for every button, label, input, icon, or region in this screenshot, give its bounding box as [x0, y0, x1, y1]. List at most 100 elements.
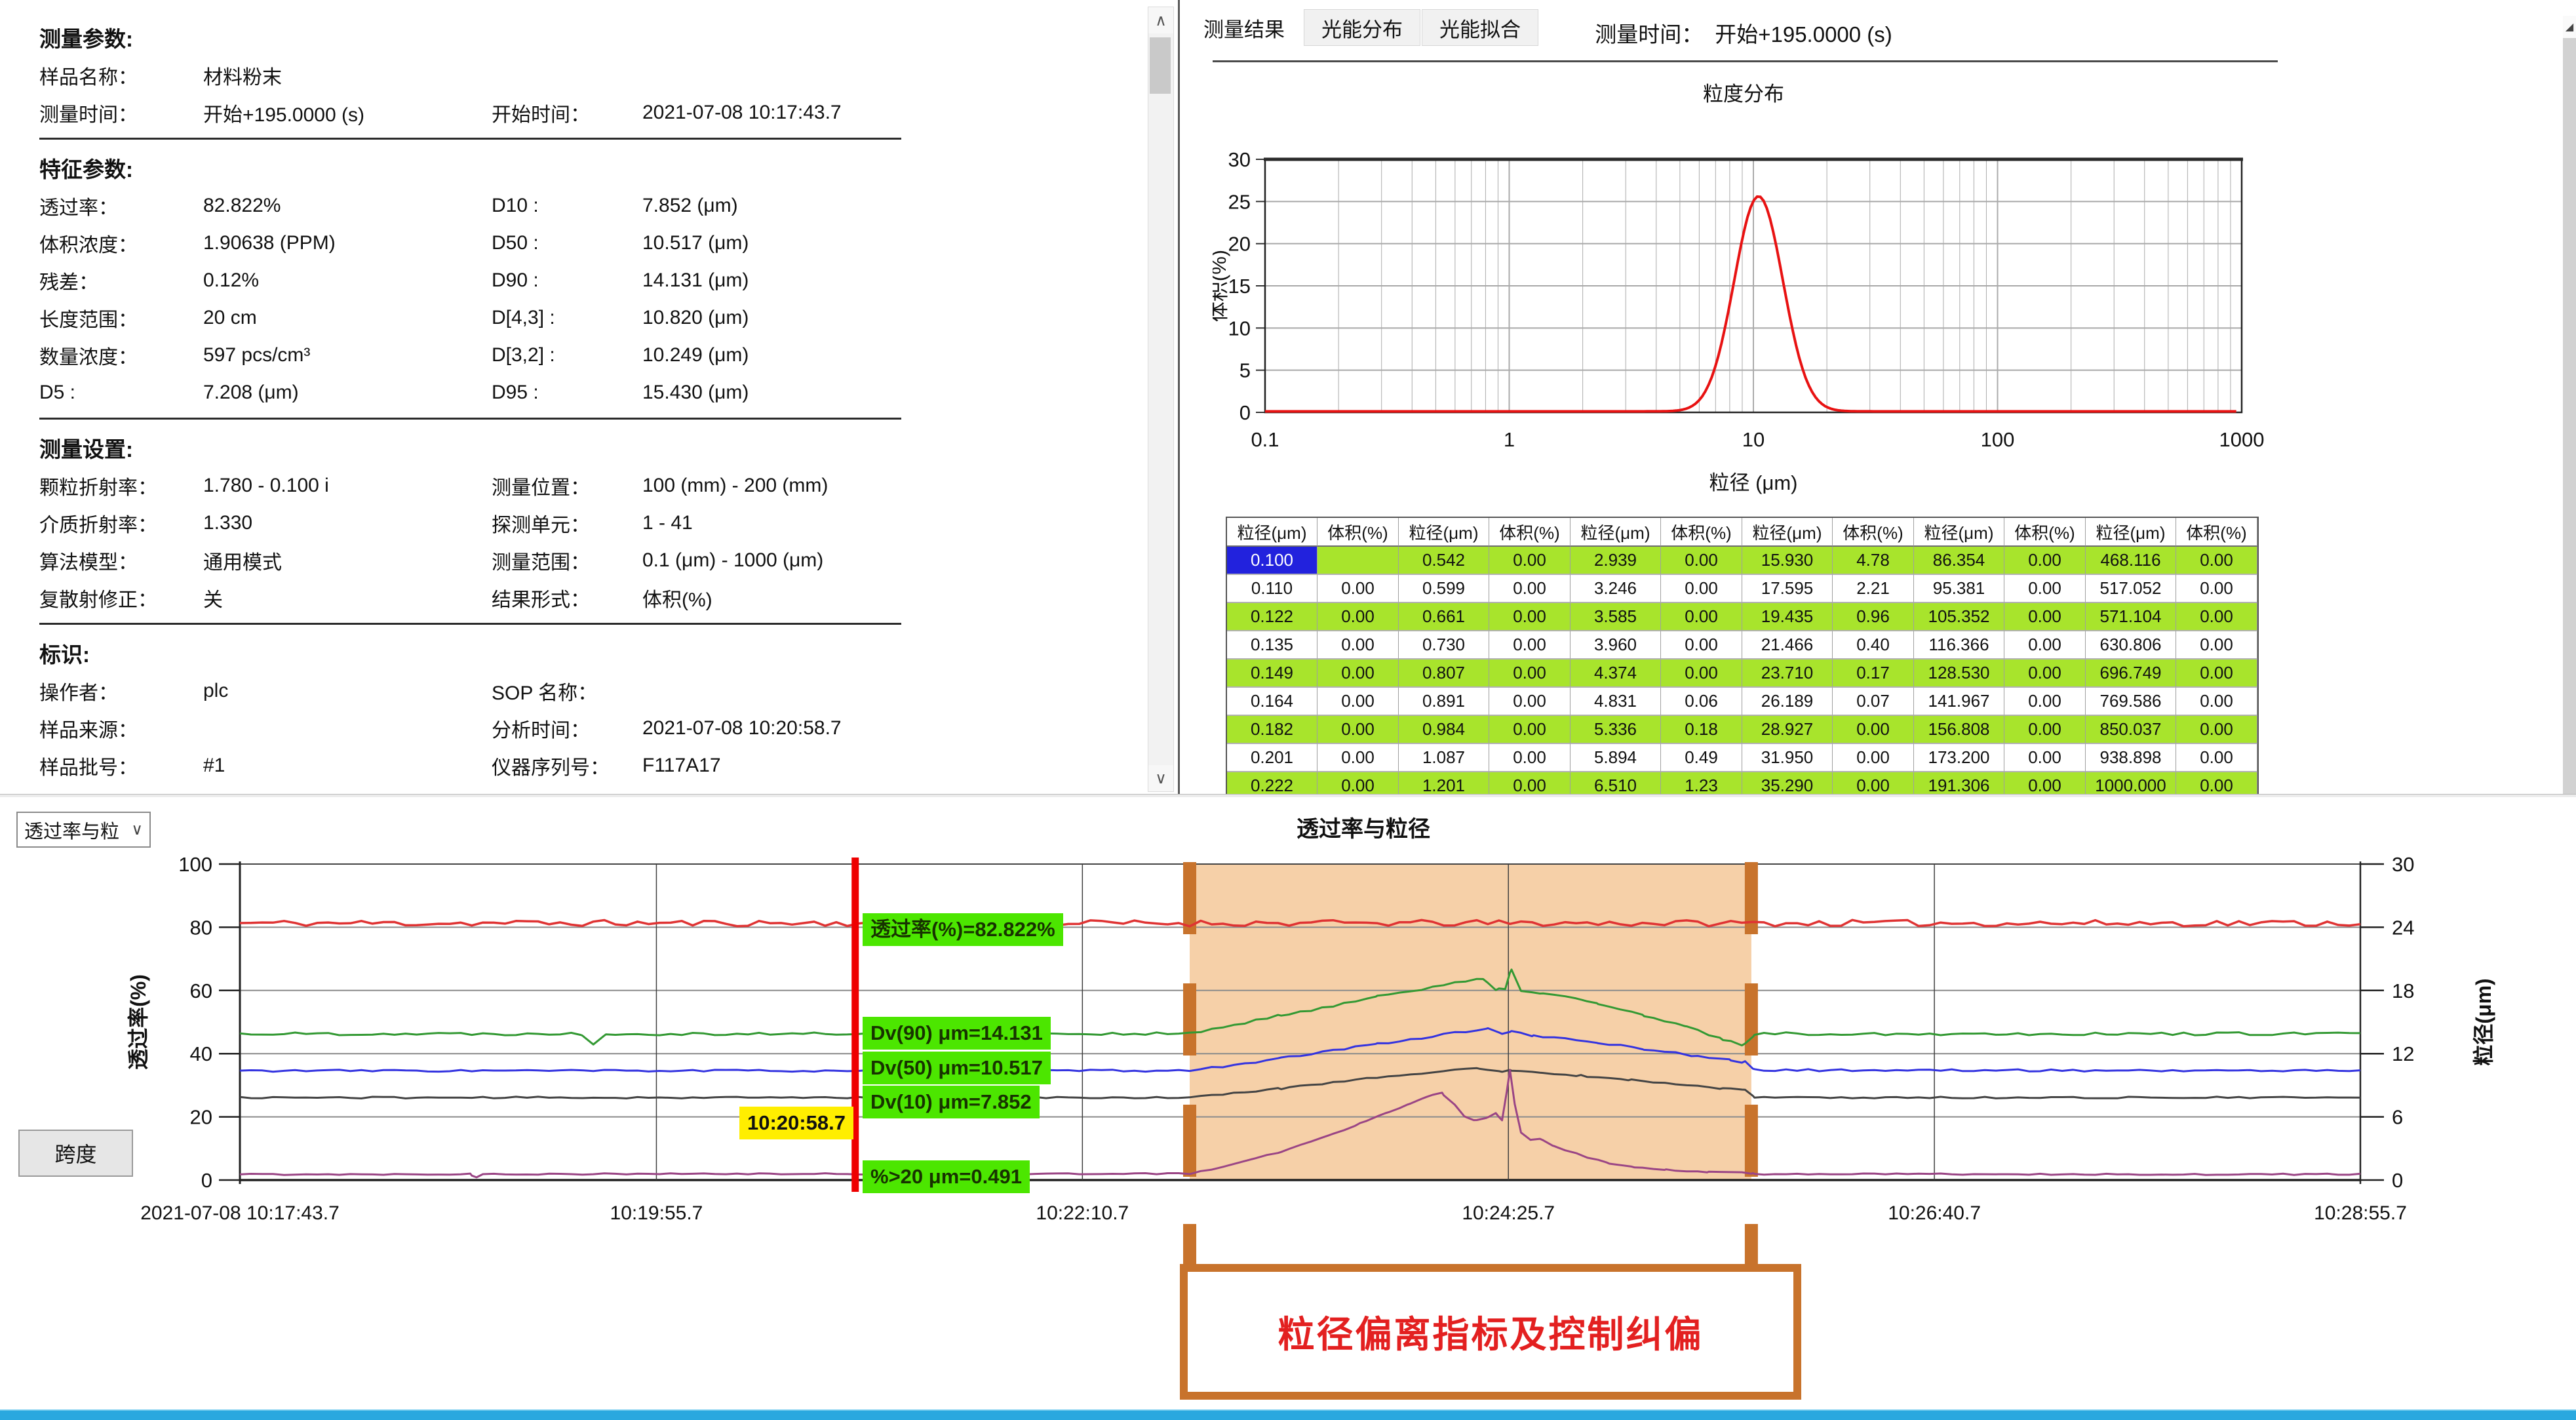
- table-cell[interactable]: 31.950: [1742, 744, 1833, 772]
- table-cell[interactable]: 0.00: [1661, 547, 1742, 575]
- table-cell[interactable]: 0.00: [2176, 688, 2257, 716]
- table-cell[interactable]: 95.381: [1914, 575, 2004, 603]
- table-cell[interactable]: 0.18: [1661, 716, 1742, 744]
- table-cell[interactable]: 0.00: [2004, 688, 2086, 716]
- table-cell[interactable]: 3.246: [1571, 575, 1661, 603]
- scroll-up-icon[interactable]: ∧: [1148, 7, 1173, 33]
- table-cell[interactable]: 0.00: [2004, 547, 2086, 575]
- table-cell[interactable]: 105.352: [1914, 603, 2004, 631]
- table-cell[interactable]: 0.00: [2176, 716, 2257, 744]
- table-cell[interactable]: 1000.000: [2086, 772, 2176, 797]
- table-cell[interactable]: 0.00: [2176, 744, 2257, 772]
- table-cell[interactable]: 0.110: [1227, 575, 1317, 603]
- table-cell[interactable]: 0.00: [2176, 547, 2257, 575]
- table-cell[interactable]: 0.00: [1317, 772, 1399, 797]
- table-cell[interactable]: 0.00: [2176, 575, 2257, 603]
- scroll-corner-icon[interactable]: ◢: [2563, 16, 2576, 38]
- table-cell[interactable]: 696.749: [2086, 660, 2176, 688]
- table-cell[interactable]: 0.00: [1661, 575, 1742, 603]
- table-cell[interactable]: 0.00: [1489, 603, 1571, 631]
- table-cell[interactable]: 0.00: [1661, 660, 1742, 688]
- table-cell[interactable]: 1.23: [1661, 772, 1742, 797]
- table-cell[interactable]: 0.40: [1833, 631, 1914, 660]
- table-cell[interactable]: 0.135: [1227, 631, 1317, 660]
- panel-scrollbar-right[interactable]: ◢: [2563, 38, 2576, 797]
- table-cell[interactable]: 0.00: [1833, 772, 1914, 797]
- table-cell[interactable]: 0.00: [2004, 631, 2086, 660]
- table-cell[interactable]: 5.336: [1571, 716, 1661, 744]
- table-cell[interactable]: 26.189: [1742, 688, 1833, 716]
- table-cell[interactable]: 0.00: [1317, 660, 1399, 688]
- table-cell[interactable]: 0.00: [1317, 716, 1399, 744]
- table-cell[interactable]: 173.200: [1914, 744, 2004, 772]
- table-cell[interactable]: 0.00: [1833, 744, 1914, 772]
- table-cell[interactable]: 0.49: [1661, 744, 1742, 772]
- table-cell[interactable]: 0.00: [1489, 660, 1571, 688]
- table-cell[interactable]: 3.585: [1571, 603, 1661, 631]
- table-cell[interactable]: 850.037: [2086, 716, 2176, 744]
- table-cell[interactable]: 6.510: [1571, 772, 1661, 797]
- table-cell[interactable]: 0.00: [1833, 716, 1914, 744]
- table-cell[interactable]: 571.104: [2086, 603, 2176, 631]
- table-cell[interactable]: 0.661: [1399, 603, 1489, 631]
- table-cell[interactable]: 0.00: [1489, 631, 1571, 660]
- table-cell[interactable]: 0.17: [1833, 660, 1914, 688]
- table-cell[interactable]: 19.435: [1742, 603, 1833, 631]
- table-cell[interactable]: 0.00: [1489, 688, 1571, 716]
- table-cell[interactable]: 630.806: [2086, 631, 2176, 660]
- table-cell[interactable]: 0.00: [2176, 772, 2257, 797]
- table-cell[interactable]: 15.930: [1742, 547, 1833, 575]
- table-cell[interactable]: 156.808: [1914, 716, 2004, 744]
- table-cell[interactable]: 191.306: [1914, 772, 2004, 797]
- table-cell[interactable]: 0.222: [1227, 772, 1317, 797]
- table-cell[interactable]: 769.586: [2086, 688, 2176, 716]
- table-cell[interactable]: 0.00: [2176, 631, 2257, 660]
- table-cell[interactable]: 0.149: [1227, 660, 1317, 688]
- table-cell[interactable]: 0.00: [2004, 603, 2086, 631]
- scrollbar-thumb[interactable]: [1150, 37, 1171, 94]
- table-cell[interactable]: 0.00: [1661, 603, 1742, 631]
- table-cell[interactable]: 0.00: [2176, 660, 2257, 688]
- table-cell[interactable]: 0.00: [1317, 575, 1399, 603]
- table-cell[interactable]: 2.21: [1833, 575, 1914, 603]
- table-cell[interactable]: 0.00: [1489, 744, 1571, 772]
- table-cell[interactable]: 468.116: [2086, 547, 2176, 575]
- table-cell[interactable]: 21.466: [1742, 631, 1833, 660]
- table-cell[interactable]: 0.100: [1227, 547, 1317, 575]
- table-cell[interactable]: 0.807: [1399, 660, 1489, 688]
- table-cell[interactable]: 0.06: [1661, 688, 1742, 716]
- table-cell[interactable]: [1317, 547, 1399, 575]
- table-cell[interactable]: 3.960: [1571, 631, 1661, 660]
- table-cell[interactable]: 0.122: [1227, 603, 1317, 631]
- table-cell[interactable]: 17.595: [1742, 575, 1833, 603]
- table-cell[interactable]: 0.00: [2176, 603, 2257, 631]
- table-cell[interactable]: 0.00: [1489, 772, 1571, 797]
- table-cell[interactable]: 1.087: [1399, 744, 1489, 772]
- table-cell[interactable]: 28.927: [1742, 716, 1833, 744]
- table-cell[interactable]: 0.00: [1317, 631, 1399, 660]
- table-cell[interactable]: 4.831: [1571, 688, 1661, 716]
- table-cell[interactable]: 0.00: [2004, 716, 2086, 744]
- table-cell[interactable]: 0.164: [1227, 688, 1317, 716]
- table-cell[interactable]: 517.052: [2086, 575, 2176, 603]
- table-cell[interactable]: 0.00: [1661, 631, 1742, 660]
- table-cell[interactable]: 128.530: [1914, 660, 2004, 688]
- table-cell[interactable]: 0.00: [2004, 744, 2086, 772]
- table-cell[interactable]: 0.182: [1227, 716, 1317, 744]
- panel-scrollbar-left[interactable]: ∧ ∨: [1148, 7, 1174, 792]
- table-cell[interactable]: 0.00: [1317, 603, 1399, 631]
- table-cell[interactable]: 2.939: [1571, 547, 1661, 575]
- table-cell[interactable]: 0.00: [2004, 772, 2086, 797]
- table-cell[interactable]: 0.891: [1399, 688, 1489, 716]
- scroll-down-icon[interactable]: ∨: [1148, 765, 1173, 791]
- table-cell[interactable]: 0.00: [1317, 688, 1399, 716]
- table-cell[interactable]: 0.984: [1399, 716, 1489, 744]
- table-cell[interactable]: 0.00: [1489, 575, 1571, 603]
- table-cell[interactable]: 4.78: [1833, 547, 1914, 575]
- table-cell[interactable]: 0.00: [1489, 547, 1571, 575]
- table-cell[interactable]: 141.967: [1914, 688, 2004, 716]
- table-cell[interactable]: 0.730: [1399, 631, 1489, 660]
- table-cell[interactable]: 0.00: [1489, 716, 1571, 744]
- table-cell[interactable]: 0.00: [2004, 660, 2086, 688]
- table-cell[interactable]: 35.290: [1742, 772, 1833, 797]
